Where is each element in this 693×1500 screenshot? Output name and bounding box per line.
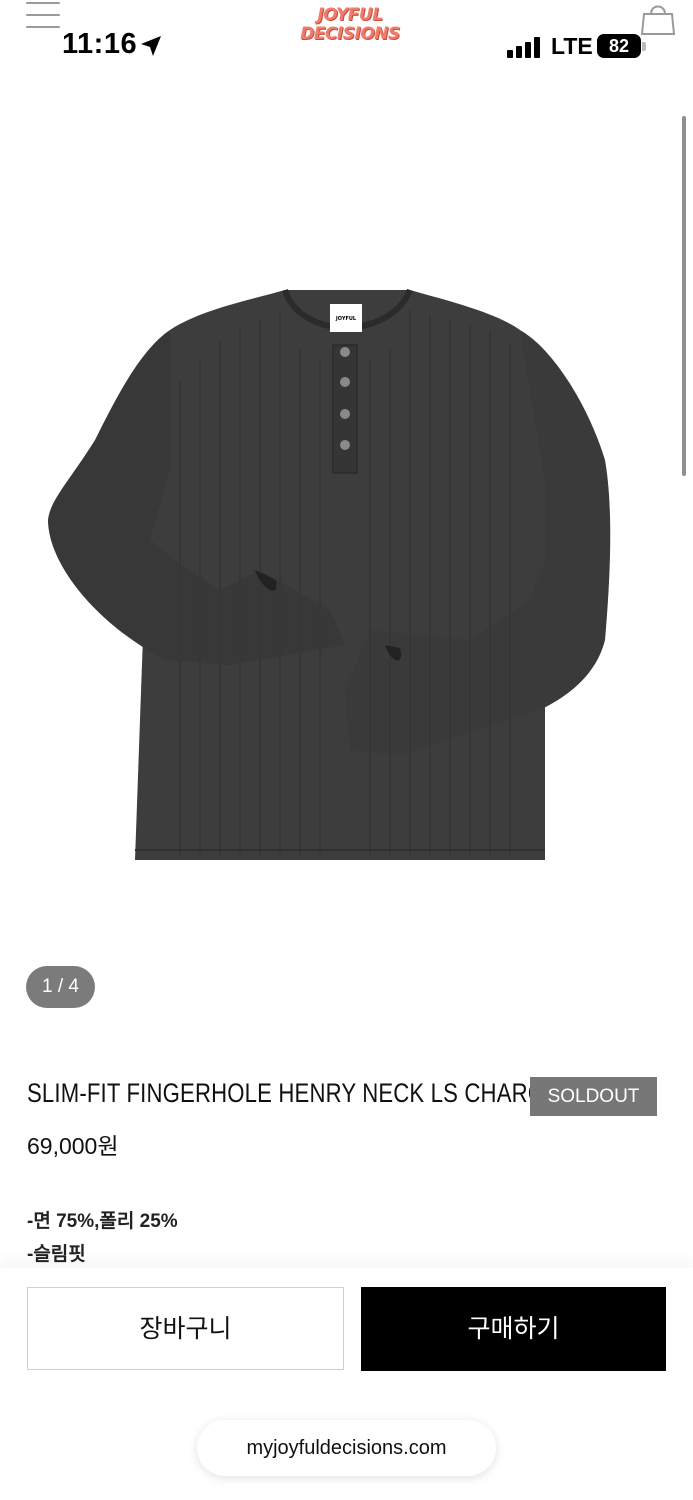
location-arrow-icon bbox=[141, 36, 161, 56]
neck-label-text: JOYFUL bbox=[335, 316, 357, 322]
henley-shirt-illustration: JOYFUL bbox=[48, 288, 611, 860]
product-title: SLIM-FIT FINGERHOLE HENRY NECK LS CHARCO… bbox=[27, 1078, 574, 1108]
menu-icon[interactable] bbox=[26, 2, 60, 28]
browser-url-bar[interactable]: myjoyfuldecisions.com bbox=[197, 1420, 496, 1476]
network-type: LTE bbox=[551, 33, 593, 59]
shirt-button bbox=[340, 347, 350, 357]
shopping-bag-icon[interactable] bbox=[640, 0, 676, 36]
product-detail-material: -면 75%,폴리 25% bbox=[27, 1211, 178, 1232]
gallery-pager: 1 / 4 bbox=[26, 966, 95, 1008]
shirt-button bbox=[340, 409, 350, 419]
buy-now-button[interactable]: 구매하기 bbox=[361, 1287, 666, 1371]
cellular-signal-icon bbox=[507, 36, 543, 58]
shirt-button bbox=[340, 440, 350, 450]
product-detail-fit: -슬림핏 bbox=[27, 1244, 86, 1265]
page-scrollbar[interactable] bbox=[682, 116, 686, 476]
shirt-button bbox=[340, 377, 350, 387]
product-price: 69,000원 bbox=[27, 1133, 119, 1159]
add-to-cart-button[interactable]: 장바구니 bbox=[27, 1287, 344, 1370]
status-time: 11:16 bbox=[62, 28, 138, 60]
battery-indicator: 82 bbox=[597, 34, 641, 58]
status-bar: 11:16 JOYFUL DECISIONS LTE 82 bbox=[0, 0, 693, 80]
logo-line-2: DECISIONS bbox=[300, 24, 400, 44]
product-image[interactable]: JOYFUL bbox=[0, 80, 693, 1040]
logo-line-1: JOYFUL bbox=[317, 5, 383, 25]
battery-tip bbox=[642, 42, 646, 51]
brand-logo[interactable]: JOYFUL DECISIONS bbox=[290, 6, 410, 48]
soldout-badge: SOLDOUT bbox=[530, 1077, 657, 1116]
